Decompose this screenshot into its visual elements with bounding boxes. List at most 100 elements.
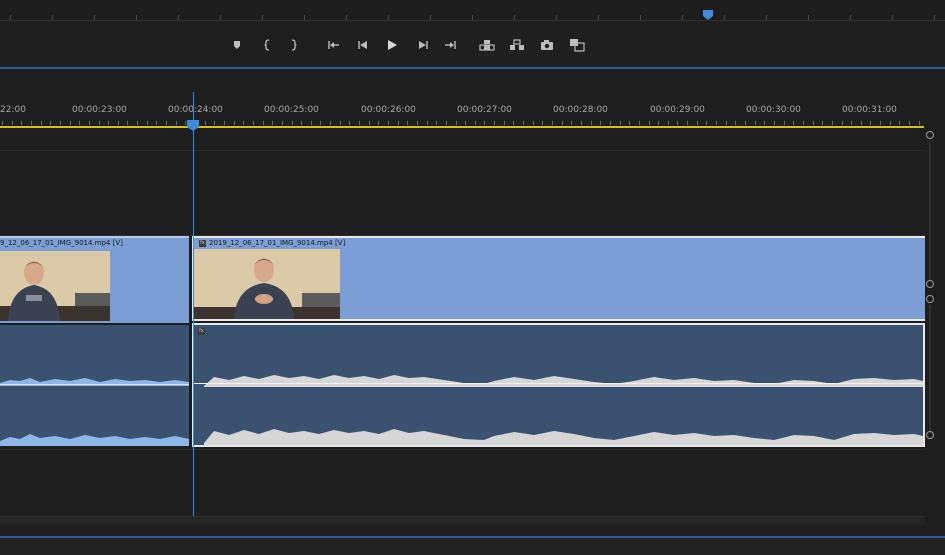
ruler-tick — [2, 121, 3, 125]
export-frame-button[interactable] — [536, 34, 558, 56]
track-divider — [0, 449, 925, 450]
ruler-tick — [41, 121, 42, 125]
ruler-tick — [388, 121, 389, 125]
ruler-tick — [214, 121, 215, 125]
playhead-line[interactable] — [193, 92, 194, 516]
ruler-tick — [610, 121, 611, 125]
step-back-button[interactable] — [352, 34, 374, 56]
ruler-tick — [108, 121, 109, 125]
ruler-tick — [735, 121, 736, 125]
ruler-tick — [407, 121, 408, 125]
camera-icon — [541, 40, 553, 50]
ruler-tick — [870, 121, 871, 125]
ruler-tick — [620, 121, 621, 125]
mini-ruler-tick — [892, 15, 893, 20]
monitor-mini-ruler[interactable] — [0, 0, 945, 21]
ruler-tick — [832, 121, 833, 125]
monitor-playhead-icon[interactable] — [703, 10, 713, 20]
work-area-bar[interactable] — [0, 126, 924, 128]
ruler-tick — [176, 121, 177, 125]
mini-ruler-tick — [724, 15, 725, 20]
ruler-tick — [156, 121, 157, 125]
timecode-label: 00:00:29:00 — [650, 105, 705, 115]
mark-in-button[interactable] — [256, 34, 278, 56]
ruler-tick — [301, 121, 302, 125]
timecode-label: 00:00:31:00 — [842, 105, 897, 115]
mark-in-icon — [264, 39, 270, 51]
time-ruler[interactable]: 22:00 00:00:23:00 00:00:24:00 00:00:25:0… — [0, 69, 930, 127]
ruler-tick — [571, 121, 572, 125]
ruler-tick — [504, 121, 505, 125]
ruler-tick — [12, 121, 13, 125]
lift-button[interactable] — [476, 34, 498, 56]
ruler-tick — [185, 121, 186, 125]
ruler-tick — [591, 121, 592, 125]
mini-ruler-tick — [136, 15, 137, 20]
video-clip-left[interactable]: 9_12_06_17_01_IMG_9014.mp4 [V] — [0, 236, 189, 323]
ruler-tick — [822, 121, 823, 125]
mini-ruler-tick — [52, 15, 53, 20]
ruler-tick — [716, 121, 717, 125]
ruler-tick — [147, 121, 148, 125]
ruler-tick — [861, 121, 862, 125]
add-marker-button[interactable] — [226, 34, 248, 56]
program-monitor-controls — [0, 0, 945, 68]
comparison-view-button[interactable] — [566, 34, 588, 56]
timecode-label: 22:00 — [0, 105, 26, 115]
mark-out-button[interactable] — [283, 34, 305, 56]
video-clip-right[interactable]: fx 2019_12_06_17_01_IMG_9014.mp4 [V] — [192, 236, 925, 321]
track-area[interactable]: 9_12_06_17_01_IMG_9014.mp4 [V] fx 2019_12… — [0, 129, 925, 555]
ruler-tick — [31, 121, 32, 125]
scroll-handle-top[interactable] — [926, 131, 934, 139]
ruler-tick — [745, 121, 746, 125]
timecode-label: 00:00:28:00 — [553, 105, 608, 115]
mini-ruler-tick — [472, 15, 473, 20]
ruler-tick — [263, 121, 264, 125]
ruler-tick — [523, 121, 524, 125]
mini-ruler-tick — [640, 15, 641, 20]
ruler-tick — [726, 121, 727, 125]
ruler-tick — [475, 121, 476, 125]
ruler-tick — [919, 121, 920, 125]
audio-clip-right[interactable]: fx — [192, 323, 925, 447]
marker-icon — [234, 41, 240, 49]
play-button[interactable] — [381, 34, 403, 56]
ruler-tick — [697, 121, 698, 125]
ruler-tick — [243, 121, 244, 125]
step-forward-button[interactable] — [412, 34, 434, 56]
ruler-tick — [677, 121, 678, 125]
fx-badge[interactable]: fx — [199, 239, 206, 247]
mini-ruler-tick — [556, 15, 557, 20]
ruler-tick — [842, 121, 843, 125]
go-to-out-icon — [445, 41, 456, 49]
clip-thumbnail — [0, 251, 110, 321]
vertical-zoom-scrollbar[interactable] — [925, 129, 938, 529]
ruler-tick — [465, 121, 466, 125]
ruler-tick — [542, 121, 543, 125]
mini-ruler-tick — [94, 15, 95, 20]
horizontal-scrollbar[interactable] — [0, 516, 925, 525]
ruler-tick — [629, 121, 630, 125]
step-forward-icon — [419, 41, 428, 49]
go-to-in-button[interactable] — [322, 34, 344, 56]
ruler-tick — [513, 121, 514, 125]
mini-ruler-tick — [850, 15, 851, 20]
ruler-tick — [706, 121, 707, 125]
audio-clip-left[interactable] — [0, 325, 189, 446]
extract-button[interactable] — [506, 34, 528, 56]
timecode-label: 00:00:26:00 — [361, 105, 416, 115]
timecode-label: 00:00:25:00 — [264, 105, 319, 115]
ruler-tick — [253, 121, 254, 125]
lift-icon — [479, 40, 495, 51]
ruler-tick — [803, 121, 804, 125]
ruler-tick — [50, 121, 51, 125]
ruler-tick — [813, 121, 814, 125]
scroll-handle-bottom[interactable] — [926, 431, 934, 439]
ruler-tick — [427, 121, 428, 125]
go-to-out-button[interactable] — [440, 34, 462, 56]
mini-ruler-tick — [766, 15, 767, 20]
ruler-tick — [137, 121, 138, 125]
scroll-handle-bottom[interactable] — [926, 280, 934, 288]
transport-controls — [0, 30, 945, 62]
scroll-handle-top[interactable] — [926, 295, 934, 303]
